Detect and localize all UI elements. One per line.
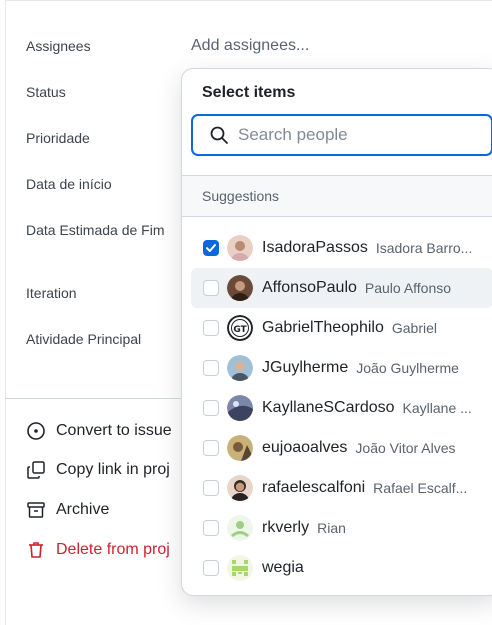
assignees-dropdown: Select items Suggestions IsadoraPassos I… xyxy=(181,68,492,596)
copy-link-button[interactable]: Copy link in proj xyxy=(26,458,170,482)
checkbox-icon[interactable] xyxy=(203,560,219,576)
field-label-status[interactable]: Status xyxy=(26,81,66,104)
user-fullname: João Guylherme xyxy=(356,360,459,376)
list-item[interactable]: AffonsoPaulo Paulo Affonso xyxy=(191,268,492,308)
user-login: rkverly xyxy=(262,519,310,536)
field-label-start-date[interactable]: Data de início xyxy=(26,173,112,196)
list-item[interactable]: KayllaneSCardoso Kayllane ... xyxy=(191,388,492,428)
user-fullname: Kayllane ... xyxy=(402,400,472,416)
checkbox-icon[interactable] xyxy=(203,480,219,496)
avatar xyxy=(227,435,253,461)
archive-button[interactable]: Archive xyxy=(26,498,109,522)
list-item[interactable]: IsadoraPassos Isadora Barro... xyxy=(191,228,492,268)
checkbox-icon[interactable] xyxy=(203,520,219,536)
panel-border-left xyxy=(5,0,6,625)
field-label-activity[interactable]: Atividade Principal xyxy=(26,328,141,351)
copy-icon xyxy=(26,460,46,480)
svg-text:GT: GT xyxy=(233,325,247,335)
delete-label: Delete from proj xyxy=(56,541,170,558)
list-item[interactable]: GT GabrielTheophilo Gabriel xyxy=(191,308,492,348)
avatar xyxy=(227,475,253,501)
user-login: eujoaoalves xyxy=(262,439,348,456)
archive-label: Archive xyxy=(56,501,110,518)
checkbox-checked-icon[interactable] xyxy=(203,240,219,256)
avatar xyxy=(227,355,253,381)
user-fullname: Rian xyxy=(317,520,346,536)
user-login: KayllaneSCardoso xyxy=(262,399,395,416)
search-box[interactable] xyxy=(191,114,492,156)
panel-border-top xyxy=(5,0,492,1)
user-fullname: Paulo Affonso xyxy=(364,280,452,296)
user-login: GabrielTheophilo xyxy=(262,319,384,336)
archive-icon xyxy=(26,500,46,520)
search-icon xyxy=(210,126,228,144)
list-item[interactable]: eujoaoalves João Vitor Alves xyxy=(191,428,492,468)
checkbox-icon[interactable] xyxy=(203,280,219,296)
suggestions-label: Suggestions xyxy=(202,188,280,204)
user-fullname: Gabriel xyxy=(391,320,437,336)
field-label-assignees: Assignees xyxy=(26,38,91,54)
user-login: JGuylherme xyxy=(262,359,349,376)
list-item[interactable]: wegia xyxy=(191,548,492,588)
checkbox-icon[interactable] xyxy=(203,360,219,376)
field-label-end-date[interactable]: Data Estimada de Fim xyxy=(26,219,166,242)
trash-icon xyxy=(26,540,46,560)
avatar: GT xyxy=(227,315,253,341)
user-fullname: João Vitor Alves xyxy=(355,440,456,456)
checkbox-icon[interactable] xyxy=(203,400,219,416)
add-assignees-input[interactable]: Add assignees... xyxy=(191,36,309,56)
suggestions-header: Suggestions xyxy=(182,175,492,217)
user-fullname: Isadora Barro... xyxy=(375,240,473,256)
avatar xyxy=(227,515,253,541)
field-label-iteration[interactable]: Iteration xyxy=(26,282,77,305)
delete-button[interactable]: Delete from proj xyxy=(26,538,170,562)
convert-label: Convert to issue xyxy=(56,422,172,439)
avatar xyxy=(227,395,253,421)
user-login: IsadoraPassos xyxy=(262,239,368,256)
list-item[interactable]: JGuylherme João Guylherme xyxy=(191,348,492,388)
dropdown-title: Select items xyxy=(202,84,296,101)
checkbox-icon[interactable] xyxy=(203,440,219,456)
user-fullname: Rafael Escalf... xyxy=(373,480,468,496)
field-label-priority[interactable]: Prioridade xyxy=(26,127,90,150)
avatar xyxy=(227,235,253,261)
issue-opened-icon xyxy=(26,421,46,441)
search-people-input[interactable] xyxy=(238,125,478,145)
user-login: rafaelescalfoni xyxy=(262,479,366,496)
convert-to-issue-button[interactable]: Convert to issue xyxy=(26,419,172,443)
list-item[interactable]: rafaelescalfoni Rafael Escalf... xyxy=(191,468,492,508)
avatar xyxy=(227,555,253,581)
checkbox-icon[interactable] xyxy=(203,320,219,336)
list-item[interactable]: rkverly Rian xyxy=(191,508,492,548)
avatar xyxy=(227,275,253,301)
user-login: AffonsoPaulo xyxy=(262,279,357,296)
copy-label: Copy link in proj xyxy=(56,461,170,478)
user-login: wegia xyxy=(262,559,304,576)
